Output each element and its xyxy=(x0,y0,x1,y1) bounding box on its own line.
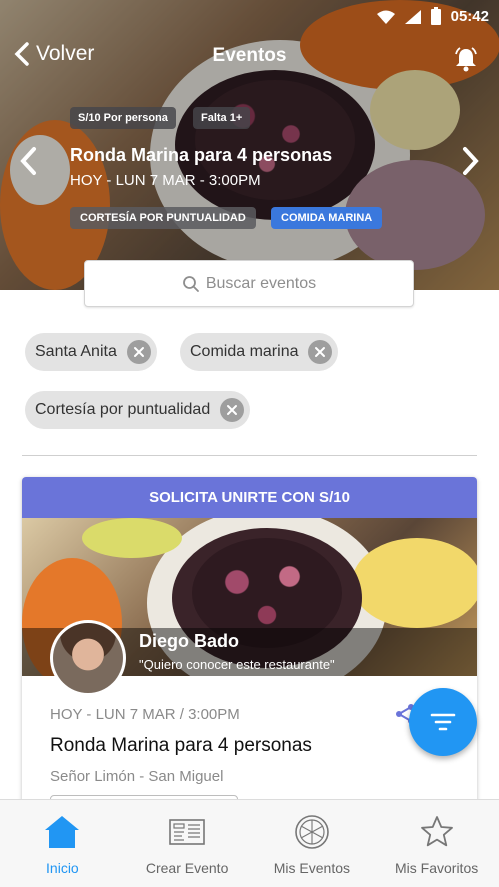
filter-icon xyxy=(430,713,456,731)
filter-chip: Comida marina xyxy=(180,333,339,371)
pizza-icon xyxy=(295,815,329,849)
search-icon xyxy=(182,275,199,292)
app-bar: Volver Eventos xyxy=(0,36,499,80)
nav-item-crear-evento[interactable]: Crear Evento xyxy=(125,800,250,887)
signal-icon xyxy=(404,9,421,24)
featured-event-title: Ronda Marina para 4 personas xyxy=(70,145,333,165)
clock: 05:42 xyxy=(450,8,489,25)
nav-item-label: Mis Eventos xyxy=(273,860,350,876)
battery-icon xyxy=(430,6,441,25)
card-food-image-part xyxy=(352,538,477,628)
filter-chip-label: Cortesía por puntualidad xyxy=(35,401,211,418)
star-icon xyxy=(420,816,453,847)
filter-chip: Cortesía por puntualidad xyxy=(25,391,251,429)
divider xyxy=(22,455,477,456)
close-icon[interactable] xyxy=(220,398,245,422)
avatar[interactable] xyxy=(50,620,126,696)
event-place: Señor Limón - San Miguel xyxy=(50,768,224,785)
filter-chip-label: Comida marina xyxy=(190,343,299,360)
search-input[interactable]: Buscar eventos xyxy=(84,260,414,307)
tag-badge: CORTESÍA POR PUNTUALIDAD xyxy=(70,207,256,229)
home-icon xyxy=(45,816,80,848)
host-quote: "Quiero conocer este restaurante" xyxy=(139,657,335,672)
bell-icon[interactable] xyxy=(453,46,479,72)
tag-badge: COMIDA MARINA xyxy=(271,207,383,229)
chevron-right-icon[interactable] xyxy=(459,146,483,176)
nav-item-label: Crear Evento xyxy=(145,860,229,876)
page-title: Eventos xyxy=(212,45,287,66)
featured-event-date: HOY - LUN 7 MAR - 3:00PM xyxy=(70,172,261,189)
filter-chip: Santa Anita xyxy=(25,333,157,371)
wifi-icon xyxy=(376,10,395,24)
featured-event-hero[interactable]: 05:42 Volver Eventos S/10 Por persona Fa… xyxy=(0,0,499,290)
host-name: Diego Bado xyxy=(139,631,240,651)
nav-item-mis-favoritos[interactable]: Mis Favoritos xyxy=(374,800,499,887)
event-date: HOY - LUN 7 MAR / 3:00PM xyxy=(50,706,240,723)
nav-item-label: Inicio xyxy=(46,860,79,876)
create-event-icon xyxy=(169,819,205,845)
nav-item-mis-eventos[interactable]: Mis Eventos xyxy=(250,800,375,887)
filter-chip-label: Santa Anita xyxy=(35,343,117,360)
join-request-button[interactable]: SOLICITA UNIRTE CON S/10 xyxy=(22,477,477,518)
close-icon[interactable] xyxy=(308,340,333,364)
chevron-left-icon[interactable] xyxy=(16,146,40,176)
filter-fab-button[interactable] xyxy=(409,688,477,756)
host-photo xyxy=(53,623,123,693)
spots-badge: Falta 1+ xyxy=(193,107,251,129)
nav-item-inicio[interactable]: Inicio xyxy=(0,800,125,887)
price-badge: S/10 Por persona xyxy=(70,107,176,129)
nav-item-label: Mis Favoritos xyxy=(395,860,479,876)
event-title: Ronda Marina para 4 personas xyxy=(50,735,312,756)
search-placeholder: Buscar eventos xyxy=(205,274,317,292)
bottom-nav: Inicio Crear Evento Mis Eventos Mis Favo… xyxy=(0,799,499,887)
card-food-image-part xyxy=(82,518,182,558)
event-card[interactable]: SOLICITA UNIRTE CON S/10 Diego Bado "Qui… xyxy=(22,477,477,817)
status-bar: 05:42 xyxy=(0,0,499,34)
close-icon[interactable] xyxy=(126,340,151,364)
